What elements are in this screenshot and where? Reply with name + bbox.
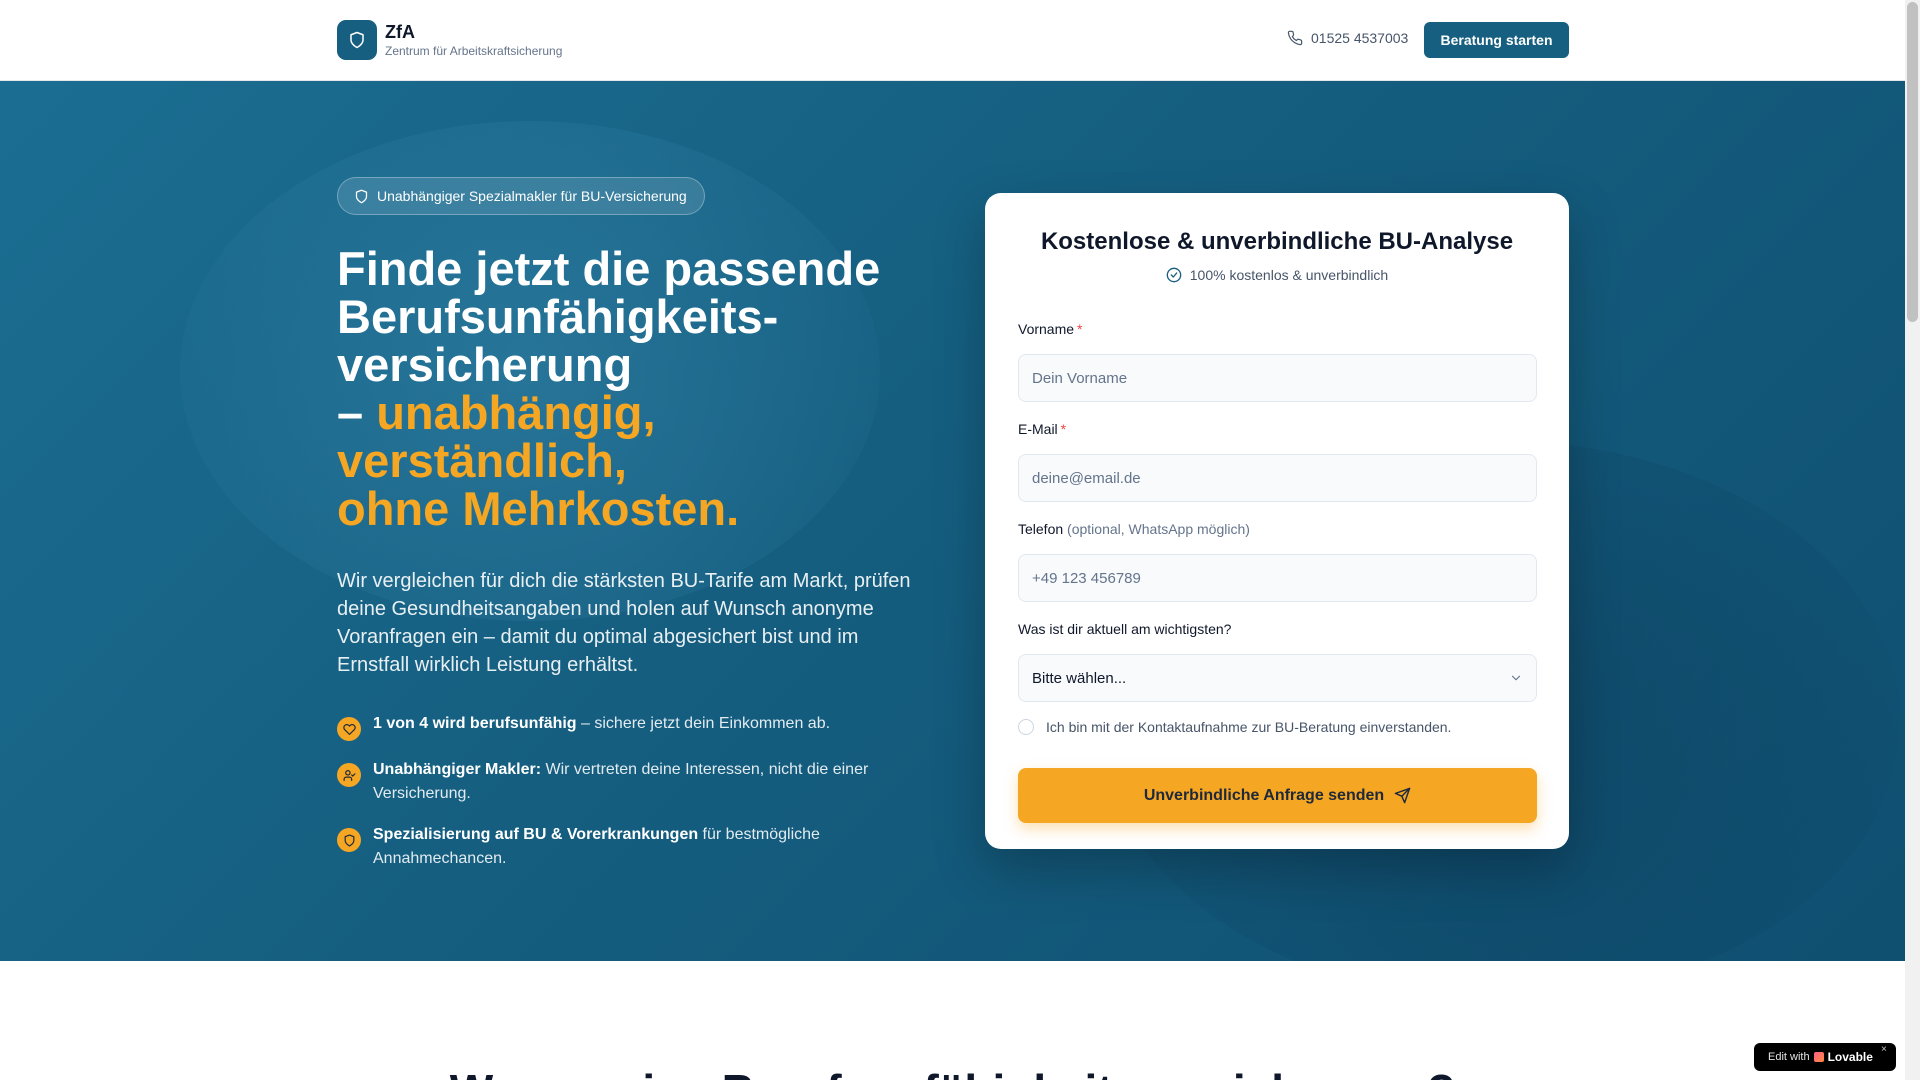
benefit-item: 1 von 4 wird berufsunfähig – sichere jet… <box>337 712 897 741</box>
hero-section: Unabhängiger Spezialmakler für BU-Versic… <box>0 81 1905 961</box>
first-name-label: Vorname * <box>1018 321 1083 337</box>
benefit-text: – sichere jetzt dein Einkommen ab. <box>576 715 831 732</box>
analysis-form-card: Kostenlose & unverbindliche BU-Analyse 1… <box>985 193 1569 849</box>
benefit-item: Unabhängiger Makler: Wir vertreten deine… <box>337 758 897 806</box>
priority-selected-value: Bitte wählen... <box>1032 669 1127 687</box>
chevron-down-icon <box>1511 675 1521 681</box>
section-title: Warum eine Berufsunfähigkeitsversicherun… <box>0 1063 1905 1080</box>
lovable-heart-icon <box>1813 1052 1824 1062</box>
submit-label: Unverbindliche Anfrage senden <box>1143 786 1385 804</box>
email-input[interactable] <box>1018 454 1537 502</box>
benefit-bold: Spezialisierung auf BU & Vorerkrankungen <box>373 826 699 843</box>
headline-line: Berufsunfähigkeits- <box>337 290 779 343</box>
edit-with-text: Edit with <box>1768 1051 1810 1063</box>
shield-icon <box>355 189 368 203</box>
phone-icon <box>1287 30 1303 46</box>
benefit-list: 1 von 4 wird berufsunfähig – sichere jet… <box>337 712 897 888</box>
benefit-item: Spezialisierung auf BU & Vorerkrankungen… <box>337 823 897 871</box>
consent-row: Ich bin mit der Kontaktaufnahme zur BU-B… <box>1018 719 1451 735</box>
shield-icon <box>337 828 361 852</box>
headline-dash: – <box>337 386 377 439</box>
brand-logo-link[interactable]: ZfA Zentrum für Arbeitskraftsicherung <box>337 20 562 60</box>
email-label: E-Mail * <box>1018 421 1067 437</box>
phone-label: Telefon (optional, WhatsApp möglich) <box>1018 521 1250 537</box>
priority-select[interactable]: Bitte wählen... <box>1018 654 1537 702</box>
headline-line: Finde jetzt die passende <box>337 242 881 295</box>
headline-accent: verständlich, <box>337 434 627 487</box>
phone-input[interactable] <box>1018 554 1537 602</box>
first-name-input[interactable] <box>1018 354 1537 402</box>
form-subtitle-text: 100% kostenlos & unverbindlich <box>1189 267 1389 283</box>
benefit-bold: 1 von 4 wird berufsunfähig <box>373 715 577 732</box>
submit-request-button[interactable]: Unverbindliche Anfrage senden <box>1018 768 1537 823</box>
consent-checkbox[interactable] <box>1018 719 1034 735</box>
headline-accent: unabhängig, <box>376 386 656 439</box>
scrollbar-thumb[interactable] <box>1907 2 1918 322</box>
shield-logo-icon <box>337 20 377 60</box>
brand-subtitle: Zentrum für Arbeitskraftsicherung <box>385 44 563 58</box>
phone-number: 01525 4537003 <box>1311 30 1409 46</box>
lovable-logo-text: Lovable <box>1827 1050 1873 1064</box>
brand-name: ZfA <box>385 22 415 42</box>
close-icon[interactable]: × <box>1881 1044 1887 1055</box>
user-check-icon <box>337 763 361 787</box>
form-subtitle: 100% kostenlos & unverbindlich <box>985 267 1569 283</box>
hero-headline: Finde jetzt die passende Berufsunfähigke… <box>337 245 917 533</box>
form-title: Kostenlose & unverbindliche BU-Analyse <box>1040 228 1514 255</box>
send-icon <box>1394 787 1411 804</box>
headline-line: versicherung <box>337 338 633 391</box>
heart-icon <box>337 717 361 741</box>
benefit-bold: Unabhängiger Makler: <box>373 761 542 778</box>
consent-text: Ich bin mit der Kontaktaufnahme zur BU-B… <box>1046 719 1452 735</box>
hero-lead-text: Wir vergleichen für dich die stärksten B… <box>337 570 911 676</box>
page-scrollbar[interactable] <box>1905 0 1920 1080</box>
check-circle-icon <box>1166 267 1182 283</box>
specialist-badge: Unabhängiger Spezialmakler für BU-Versic… <box>337 177 705 215</box>
priority-label: Was ist dir aktuell am wichtigsten? <box>1018 621 1232 637</box>
phone-link[interactable]: 01525 4537003 <box>1287 30 1408 46</box>
site-header: ZfA Zentrum für Arbeitskraftsicherung 01… <box>0 0 1905 81</box>
start-consultation-button[interactable]: Beratung starten <box>1424 22 1569 58</box>
edit-with-lovable-badge[interactable]: Edit with Lovable <box>1754 1043 1896 1071</box>
headline-accent: ohne Mehrkosten. <box>337 482 740 535</box>
badge-text: Unabhängiger Spezialmakler für BU-Versic… <box>377 188 687 204</box>
